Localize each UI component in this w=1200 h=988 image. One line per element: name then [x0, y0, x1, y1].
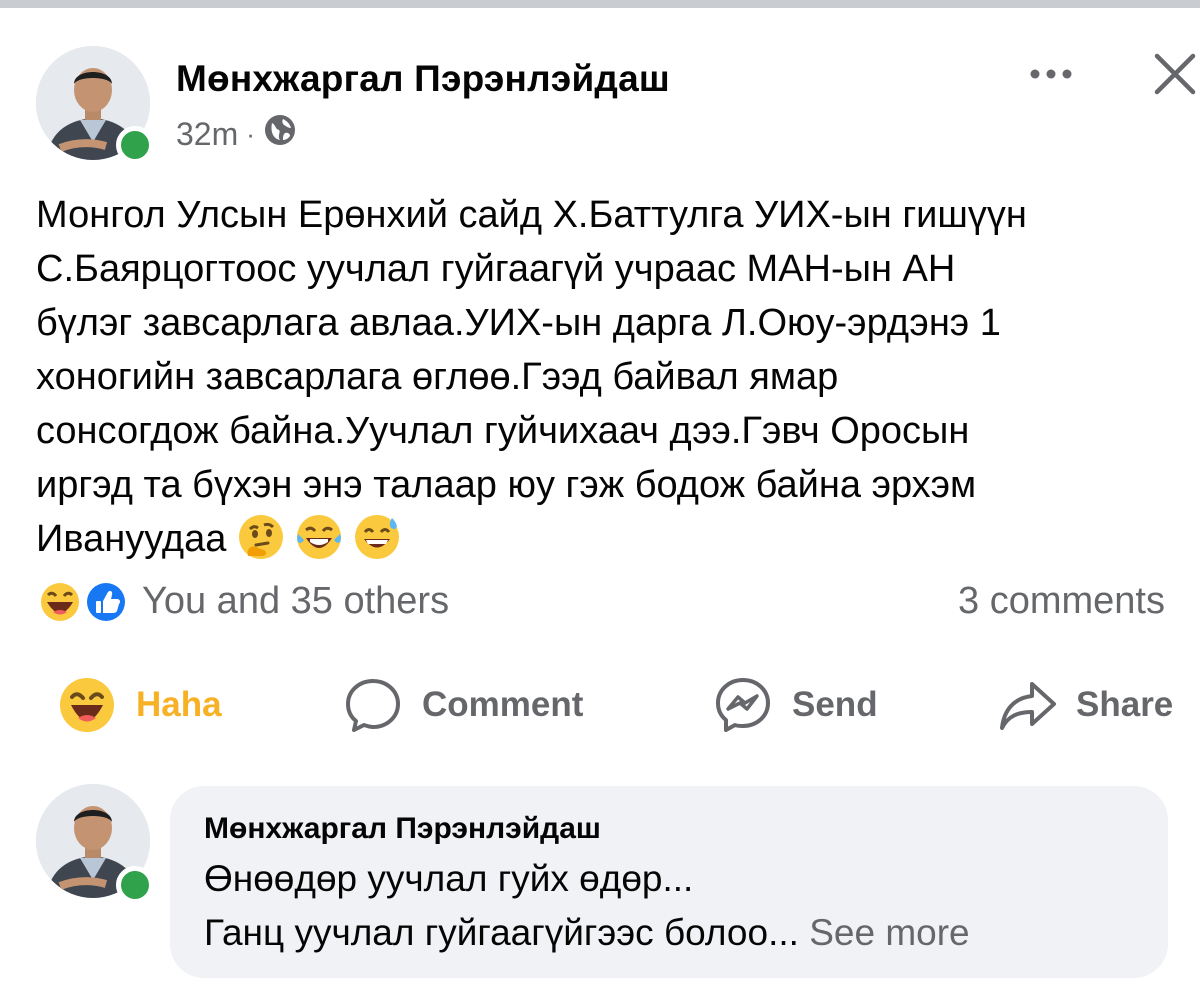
share-arrow-icon — [1000, 682, 1056, 730]
comment-author-name[interactable]: Мөнхжаргал Пэрэнлэйдаш — [204, 812, 601, 846]
messenger-icon — [716, 678, 770, 732]
meta-separator: · — [246, 118, 255, 149]
more-options-icon[interactable] — [1026, 62, 1076, 86]
online-status-dot — [116, 126, 154, 164]
comment-text-line1: Өнөөдөр уучлал гуйх өдөр... — [204, 858, 694, 899]
comment-text-truncated: Ганц уучлал гуйгаагүйгээс болоо... — [204, 912, 799, 953]
comment-button[interactable]: Comment — [344, 676, 583, 734]
haha-label: Haha — [136, 685, 222, 724]
post-meta: 32m · — [176, 113, 297, 155]
globe-icon — [263, 113, 297, 155]
reaction-icons[interactable] — [34, 578, 134, 626]
post-text: Монгол Улсын Ерөнхий сайд Х.Баттулга УИХ… — [36, 194, 1027, 560]
thinking-face-emoji — [239, 514, 284, 559]
reactions-summary[interactable]: You and 35 others — [142, 580, 449, 623]
send-label: Send — [792, 685, 878, 724]
post-body: Монгол Улсын Ерөнхий сайд Х.Баттулга УИХ… — [36, 188, 1200, 566]
see-more-link[interactable]: See more — [809, 912, 969, 953]
top-divider — [0, 0, 1200, 8]
share-label: Share — [1076, 685, 1174, 724]
like-reaction-icon — [84, 580, 128, 624]
haha-reaction-button[interactable]: Haha — [58, 676, 222, 734]
post-author-name[interactable]: Мөнхжаргал Пэрэнлэйдаш — [176, 58, 670, 100]
haha-reaction-icon — [38, 580, 82, 624]
comment-bubble-icon — [346, 679, 400, 732]
comment-label: Comment — [422, 685, 584, 724]
close-icon[interactable] — [1153, 52, 1197, 96]
post-emojis — [236, 512, 402, 562]
sweat-smile-face-emoji — [355, 514, 400, 559]
haha-reaction-icon — [60, 678, 114, 732]
send-button[interactable]: Send — [714, 676, 878, 734]
comments-count[interactable]: 3 comments — [958, 580, 1165, 623]
post-timestamp[interactable]: 32m — [176, 116, 238, 153]
share-button[interactable]: Share — [998, 676, 1173, 734]
comment-text-line2: Ганц уучлал гуйгаагүйгээс болоо... See m… — [204, 912, 970, 954]
laughing-crying-face-emoji — [297, 514, 342, 559]
commenter-online-dot — [116, 866, 154, 904]
